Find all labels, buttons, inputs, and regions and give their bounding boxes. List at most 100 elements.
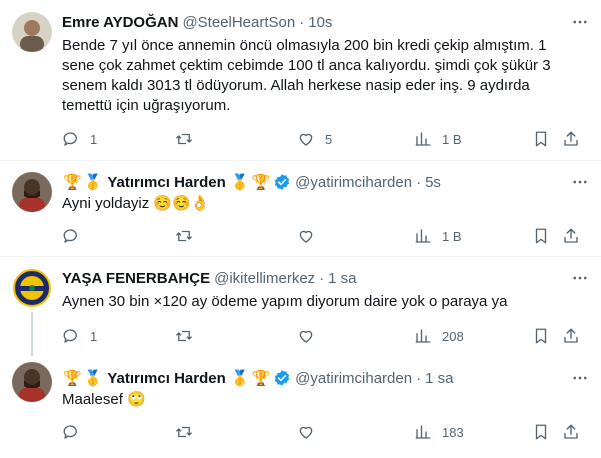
bookmark-icon xyxy=(535,228,547,244)
reply-icon xyxy=(63,229,77,243)
avatar-photo xyxy=(12,12,52,52)
more-options-icon[interactable] xyxy=(571,173,589,191)
bookmark-button[interactable] xyxy=(532,326,550,346)
tweet-text: Maalesef 🙄 xyxy=(62,391,146,408)
timestamp[interactable]: 1 sa xyxy=(328,270,356,287)
avatar[interactable] xyxy=(12,172,52,212)
heart-icon xyxy=(299,133,313,146)
display-name[interactable]: Emre AYDOĞAN xyxy=(62,14,178,31)
bookmark-icon xyxy=(535,131,547,147)
tweet[interactable]: Emre AYDOĞAN @SteelHeartSon · 10s Bende … xyxy=(0,0,601,160)
tweet[interactable]: 🏆 🥇 Yatırımcı Harden 🥇 🏆 @yatirimciharde… xyxy=(0,356,601,458)
share-icon xyxy=(564,328,578,343)
action-bar: 1 5 1 B xyxy=(62,129,590,149)
separator-dot: · xyxy=(319,269,325,287)
separator-dot: · xyxy=(416,369,422,387)
retweet-icon xyxy=(176,426,192,438)
reply-count: 1 xyxy=(90,131,98,147)
user-handle[interactable]: @ikitellimerkez xyxy=(214,270,315,287)
medal-icon: 🥇 xyxy=(230,174,250,191)
reply-icon xyxy=(63,329,77,343)
reply-button[interactable]: 1 xyxy=(62,326,97,346)
retweet-button[interactable] xyxy=(175,226,203,246)
like-button[interactable] xyxy=(297,226,325,246)
action-bar: 183 xyxy=(62,422,590,442)
user-handle[interactable]: @yatirimciharden xyxy=(295,174,412,191)
heart-icon xyxy=(299,426,313,439)
like-button[interactable] xyxy=(297,422,325,442)
retweet-icon xyxy=(176,230,192,242)
verified-badge-icon xyxy=(273,369,291,387)
tweet-header: 🏆 🥇 Yatırımcı Harden 🥇 🏆 @yatirimciharde… xyxy=(62,172,441,192)
tweet-text: Ayni yoldayiz ☺️☺️👌 xyxy=(62,195,210,212)
share-icon xyxy=(564,424,578,439)
action-bar: 1 B xyxy=(62,226,590,246)
reply-button[interactable] xyxy=(62,422,90,442)
user-handle[interactable]: @yatirimciharden xyxy=(295,370,412,387)
user-handle[interactable]: @SteelHeartSon xyxy=(182,14,295,31)
tweet[interactable]: YAŞA FENERBAHÇE @ikitellimerkez · 1 sa A… xyxy=(0,256,601,356)
display-name[interactable]: Yatırımcı Harden xyxy=(107,174,225,191)
retweet-button[interactable] xyxy=(175,422,203,442)
share-icon xyxy=(564,228,578,243)
bookmark-icon xyxy=(535,328,547,344)
timestamp[interactable]: 10s xyxy=(308,14,332,31)
views-button[interactable]: 1 B xyxy=(414,129,462,149)
retweet-button[interactable] xyxy=(175,326,203,346)
tweet[interactable]: 🏆 🥇 Yatırımcı Harden 🥇 🏆 @yatirimciharde… xyxy=(0,160,601,256)
views-chart-icon xyxy=(415,229,431,243)
trophy-icon: 🏆 xyxy=(63,370,82,387)
more-options-icon[interactable] xyxy=(571,13,589,31)
medal-icon: 🥇 xyxy=(83,174,103,191)
more-options-icon[interactable] xyxy=(571,369,589,387)
avatar[interactable] xyxy=(12,268,52,308)
timestamp[interactable]: 5s xyxy=(425,174,441,191)
avatar[interactable] xyxy=(12,12,52,52)
tweet-header: 🏆 🥇 Yatırımcı Harden 🥇 🏆 @yatirimciharde… xyxy=(62,368,453,388)
heart-icon xyxy=(299,330,313,343)
views-chart-icon xyxy=(415,425,431,439)
separator-dot: · xyxy=(299,13,305,31)
reply-icon xyxy=(63,132,77,146)
share-button[interactable] xyxy=(562,226,580,246)
tweet-header: Emre AYDOĞAN @SteelHeartSon · 10s xyxy=(62,12,332,32)
tweet-text: Bende 7 yıl önce annemin öncü olmasıyla … xyxy=(62,37,551,114)
bookmark-button[interactable] xyxy=(532,129,550,149)
like-button[interactable]: 5 xyxy=(297,129,332,149)
retweet-icon xyxy=(176,330,192,342)
views-button[interactable]: 1 B xyxy=(414,226,462,246)
tweet-header: YAŞA FENERBAHÇE @ikitellimerkez · 1 sa xyxy=(62,268,357,288)
retweet-icon xyxy=(176,133,192,145)
heart-icon xyxy=(299,230,313,243)
bookmark-button[interactable] xyxy=(532,226,550,246)
avatar-photo xyxy=(12,362,52,402)
avatar[interactable] xyxy=(12,362,52,402)
more-options-icon[interactable] xyxy=(571,269,589,287)
views-button[interactable]: 183 xyxy=(414,422,464,442)
separator-dot: · xyxy=(416,173,422,191)
trophy-icon: 🏆 xyxy=(251,370,271,387)
views-button[interactable]: 208 xyxy=(414,326,464,346)
club-logo-avatar xyxy=(12,268,52,308)
trophy-icon: 🏆 xyxy=(63,174,82,191)
bookmark-button[interactable] xyxy=(532,422,550,442)
reply-count: 1 xyxy=(90,328,98,344)
display-name[interactable]: Yatırımcı Harden xyxy=(107,370,225,387)
view-count: 1 B xyxy=(442,131,462,147)
reply-button[interactable]: 1 xyxy=(62,129,97,149)
share-button[interactable] xyxy=(562,326,580,346)
verified-badge-icon xyxy=(273,173,291,191)
view-count: 183 xyxy=(442,424,464,440)
reply-button[interactable] xyxy=(62,226,90,246)
share-button[interactable] xyxy=(562,129,580,149)
views-chart-icon xyxy=(415,132,431,146)
share-icon xyxy=(564,131,578,146)
display-name[interactable]: YAŞA FENERBAHÇE xyxy=(62,270,210,287)
retweet-button[interactable] xyxy=(175,129,203,149)
trophy-icon: 🏆 xyxy=(251,174,271,191)
views-chart-icon xyxy=(415,329,431,343)
share-button[interactable] xyxy=(562,422,580,442)
avatar-photo xyxy=(12,172,52,212)
timestamp[interactable]: 1 sa xyxy=(425,370,453,387)
like-button[interactable] xyxy=(297,326,325,346)
